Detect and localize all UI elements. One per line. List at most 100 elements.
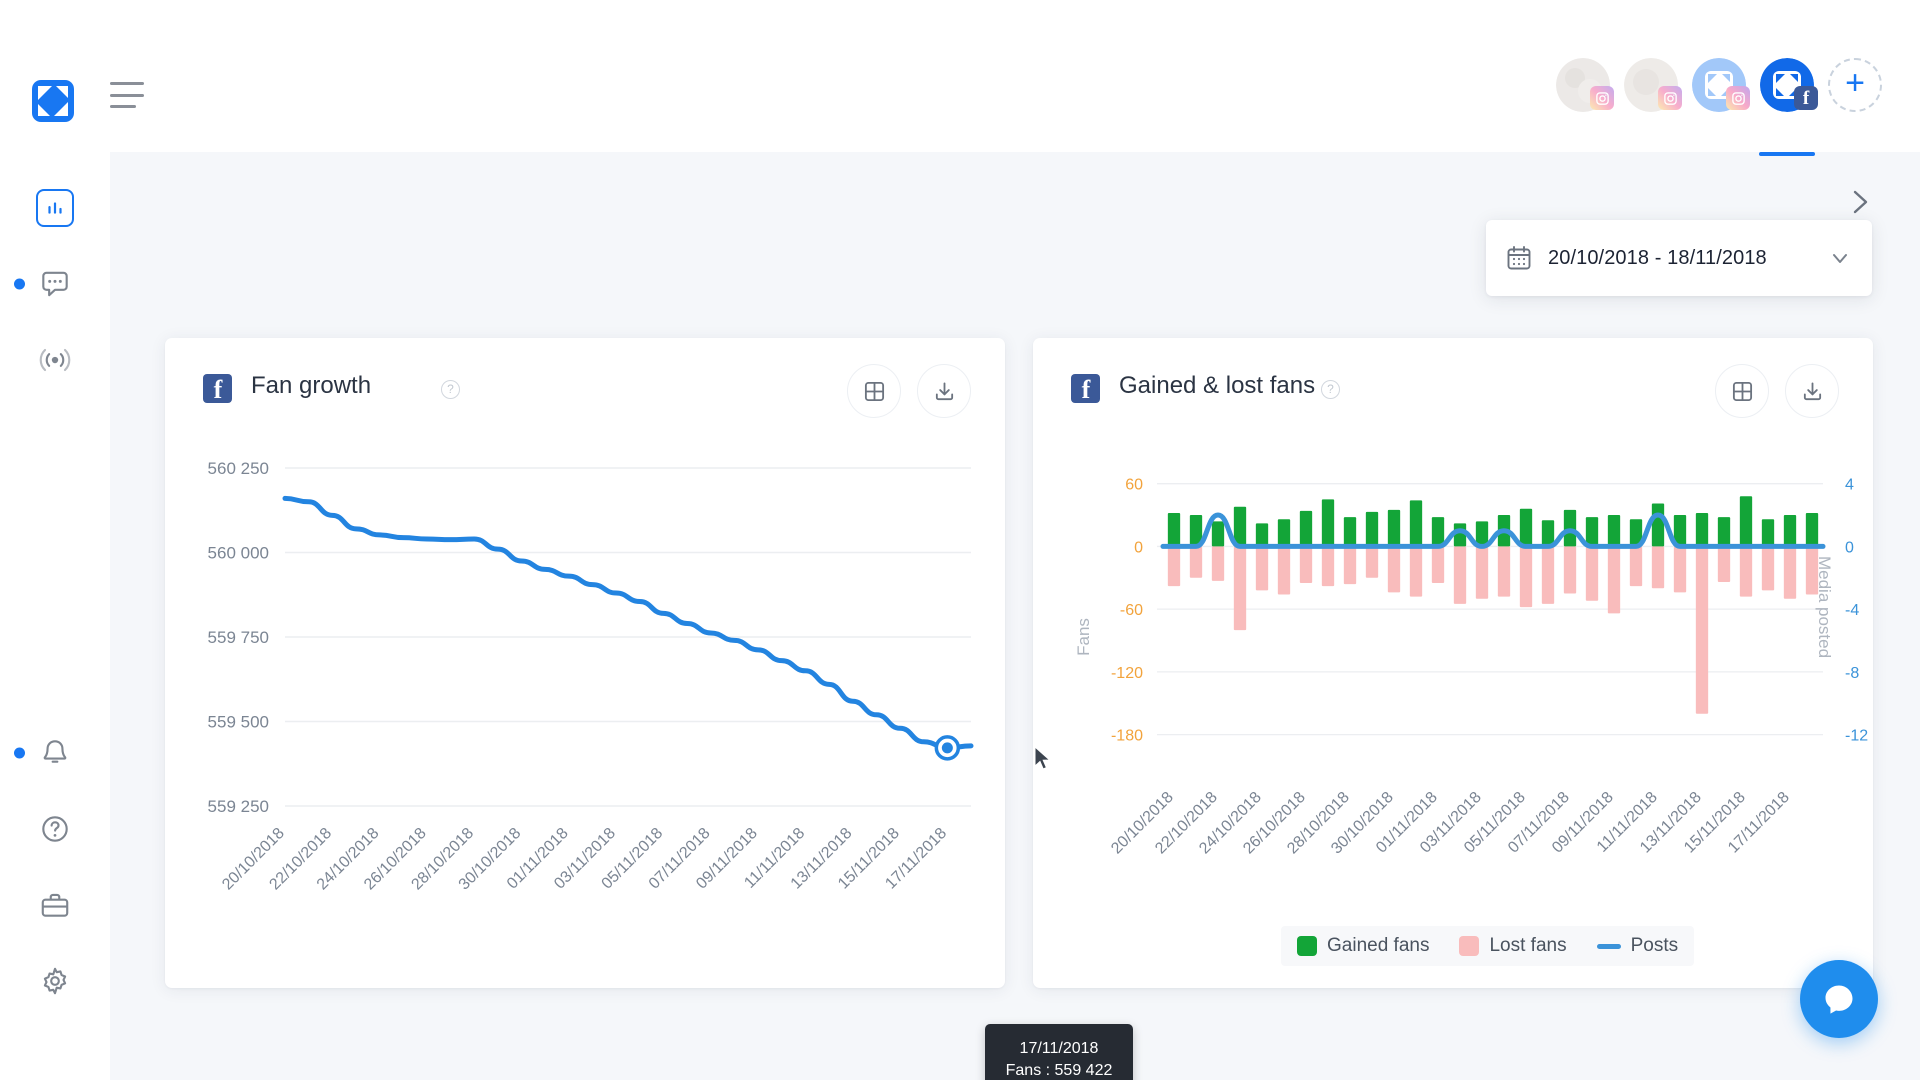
gear-icon	[43, 967, 67, 995]
agorapulse-logo-icon[interactable]	[32, 80, 74, 122]
sidebar-item-listening[interactable]	[0, 322, 110, 398]
legend-line	[1596, 943, 1621, 949]
date-range-value: 20/10/2018 - 18/11/2018	[1548, 246, 1767, 269]
svg-text:-12: -12	[1845, 728, 1868, 745]
fan-growth-chart: 560 250 560 000 559 750 559 500 559 250 20/10…	[165, 436, 1005, 988]
hamburger-line	[110, 105, 136, 108]
account-avatar-4-active[interactable]: f	[1759, 58, 1818, 156]
sidebar-item-help[interactable]	[0, 791, 110, 867]
support-chat-button[interactable]	[1800, 960, 1878, 1038]
rail-secondary-items	[0, 715, 110, 1019]
chart-tooltip: 17/11/2018 Fans : 559 422	[985, 1024, 1133, 1080]
facebook-icon: f	[1794, 86, 1818, 110]
card-actions	[847, 364, 971, 418]
question-circle-icon[interactable]: ?	[441, 380, 460, 399]
sidebar-item-inbox[interactable]	[0, 246, 110, 322]
fan-growth-card: f Fan growth ? 560 250 560 000 559 750 5…	[165, 338, 1133, 1080]
next-page-button[interactable]	[1842, 184, 1878, 220]
svg-text:-60: -60	[1120, 602, 1143, 619]
instagram-icon	[1658, 86, 1682, 110]
sidebar-item-settings[interactable]	[0, 943, 110, 1019]
hamburger-line	[110, 93, 144, 97]
instagram-icon	[1590, 86, 1614, 110]
sidebar-item-notifications[interactable]	[0, 715, 110, 791]
tooltip-value: Fans : 559 422	[1005, 1062, 1113, 1079]
facebook-icon: f	[203, 374, 232, 403]
legend-swatch	[1459, 936, 1480, 956]
add-account-button[interactable]: +	[1828, 58, 1882, 112]
card-title: Gained & lost fans	[1119, 372, 1316, 399]
svg-text:Fans: Fans	[1074, 618, 1093, 656]
legend-label: Lost fans	[1489, 935, 1567, 956]
briefcase-icon	[41, 893, 69, 917]
fan-growth-plot: 560 250560 000559 750559 500559 25020/10…	[208, 459, 974, 893]
svg-text:-4: -4	[1845, 602, 1859, 619]
table-view-button[interactable]	[1715, 364, 1769, 418]
legend-item-lost-fans[interactable]: Lost fans	[1459, 935, 1567, 957]
unread-dot	[14, 278, 25, 290]
card-actions	[1715, 364, 1839, 418]
mouse-cursor	[1034, 746, 1051, 770]
account-avatar-3[interactable]	[1692, 58, 1750, 112]
bell-icon	[43, 740, 67, 763]
notification-dot	[14, 747, 25, 759]
gained-lost-fans-chart: 60 0 -60 -120 -180 4 0 -4 -8 -12 Fans Media posted 2…	[1033, 436, 1873, 988]
table-view-icon	[1732, 381, 1752, 401]
download-icon	[935, 381, 953, 400]
svg-text:60: 60	[1125, 477, 1143, 494]
account-avatar-1[interactable]	[1556, 58, 1614, 112]
chevron-right-icon	[1853, 190, 1868, 214]
table-view-button[interactable]	[847, 364, 901, 418]
question-circle-icon[interactable]: ?	[1321, 380, 1340, 399]
svg-text:559 500: 559 500	[208, 713, 269, 732]
top-header: f +	[110, 0, 1920, 156]
legend-label: Gained fans	[1327, 935, 1430, 956]
gained-lost-plot: 600-60-120-18040-4-8-12Fans Media posted2…	[1074, 477, 1868, 858]
chevron-down-icon	[1833, 254, 1847, 263]
svg-text:-120: -120	[1111, 665, 1143, 682]
account-avatar-2[interactable]	[1624, 58, 1682, 112]
chat-support-icon	[1825, 985, 1853, 1014]
facebook-icon: f	[1071, 374, 1100, 403]
question-circle-icon	[42, 816, 68, 842]
svg-text:559 250: 559 250	[208, 797, 269, 816]
gained-lost-fans-card: f Gained & lost fans ? 60 0 -60 -120 -18…	[1033, 338, 1873, 988]
bar-chart-icon	[36, 189, 74, 227]
legend-item-gained-fans[interactable]: Gained fans	[1297, 935, 1429, 957]
download-button[interactable]	[1785, 364, 1839, 418]
calendar-icon	[1507, 246, 1531, 270]
svg-text:559 750: 559 750	[208, 628, 269, 647]
broadcast-icon	[39, 348, 71, 372]
card-header: f Gained & lost fans ?	[1033, 338, 1873, 436]
svg-text:560 000: 560 000	[208, 544, 269, 563]
download-icon	[1803, 381, 1821, 400]
svg-text:0: 0	[1845, 539, 1854, 556]
rail-primary-items	[0, 170, 110, 398]
svg-text:0: 0	[1134, 539, 1143, 556]
sidebar-item-dashboard[interactable]	[0, 170, 110, 246]
card-header: f Fan growth ?	[165, 338, 1005, 436]
svg-text:-8: -8	[1845, 665, 1859, 682]
main-content: 20/10/2018 - 18/11/2018 Community f Fan …	[110, 152, 1920, 1080]
app-root: f + 20/10/2018 - 18/11/2018 f Fan growth…	[0, 0, 1920, 1080]
tooltip-date: 17/11/2018	[1019, 1040, 1099, 1057]
active-account-indicator	[1759, 152, 1815, 156]
hamburger-line	[110, 82, 144, 85]
legend-item-posts[interactable]: Posts	[1596, 935, 1679, 957]
download-button[interactable]	[917, 364, 971, 418]
card-title: Fan growth	[251, 372, 372, 399]
svg-text:560 250: 560 250	[208, 459, 269, 478]
account-switcher: f +	[1556, 58, 1882, 156]
chart-legend: Gained fans Lost fans Posts	[1281, 926, 1695, 966]
legend-swatch	[1297, 936, 1317, 956]
left-rail	[0, 0, 110, 1080]
hamburger-menu-icon[interactable]	[110, 82, 144, 108]
svg-text:-180: -180	[1111, 728, 1143, 745]
table-view-icon	[864, 381, 884, 401]
svg-text:4: 4	[1845, 477, 1854, 494]
chat-bubble-icon	[42, 271, 68, 297]
plus-icon: +	[1845, 64, 1865, 102]
sidebar-item-toolbox[interactable]	[0, 867, 110, 943]
legend-label: Posts	[1630, 935, 1679, 956]
date-range-picker[interactable]: 20/10/2018 - 18/11/2018	[1486, 220, 1872, 296]
